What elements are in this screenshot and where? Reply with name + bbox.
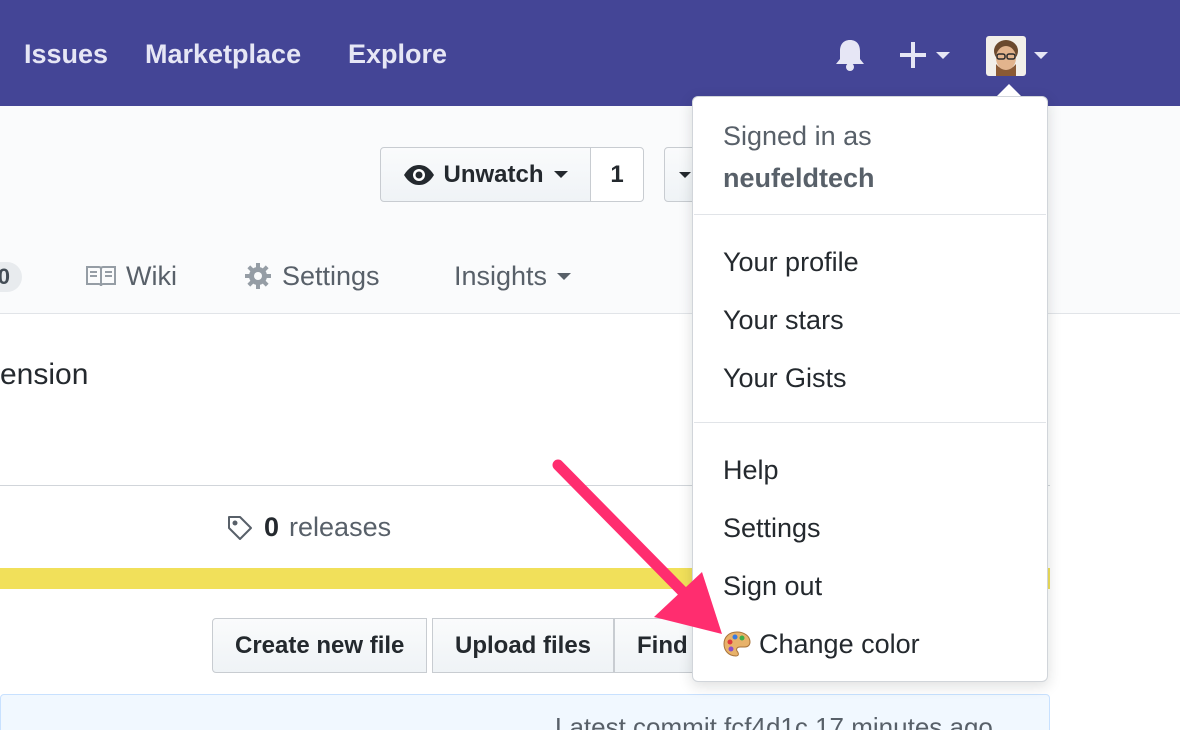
annotation-arrow bbox=[552, 459, 722, 634]
